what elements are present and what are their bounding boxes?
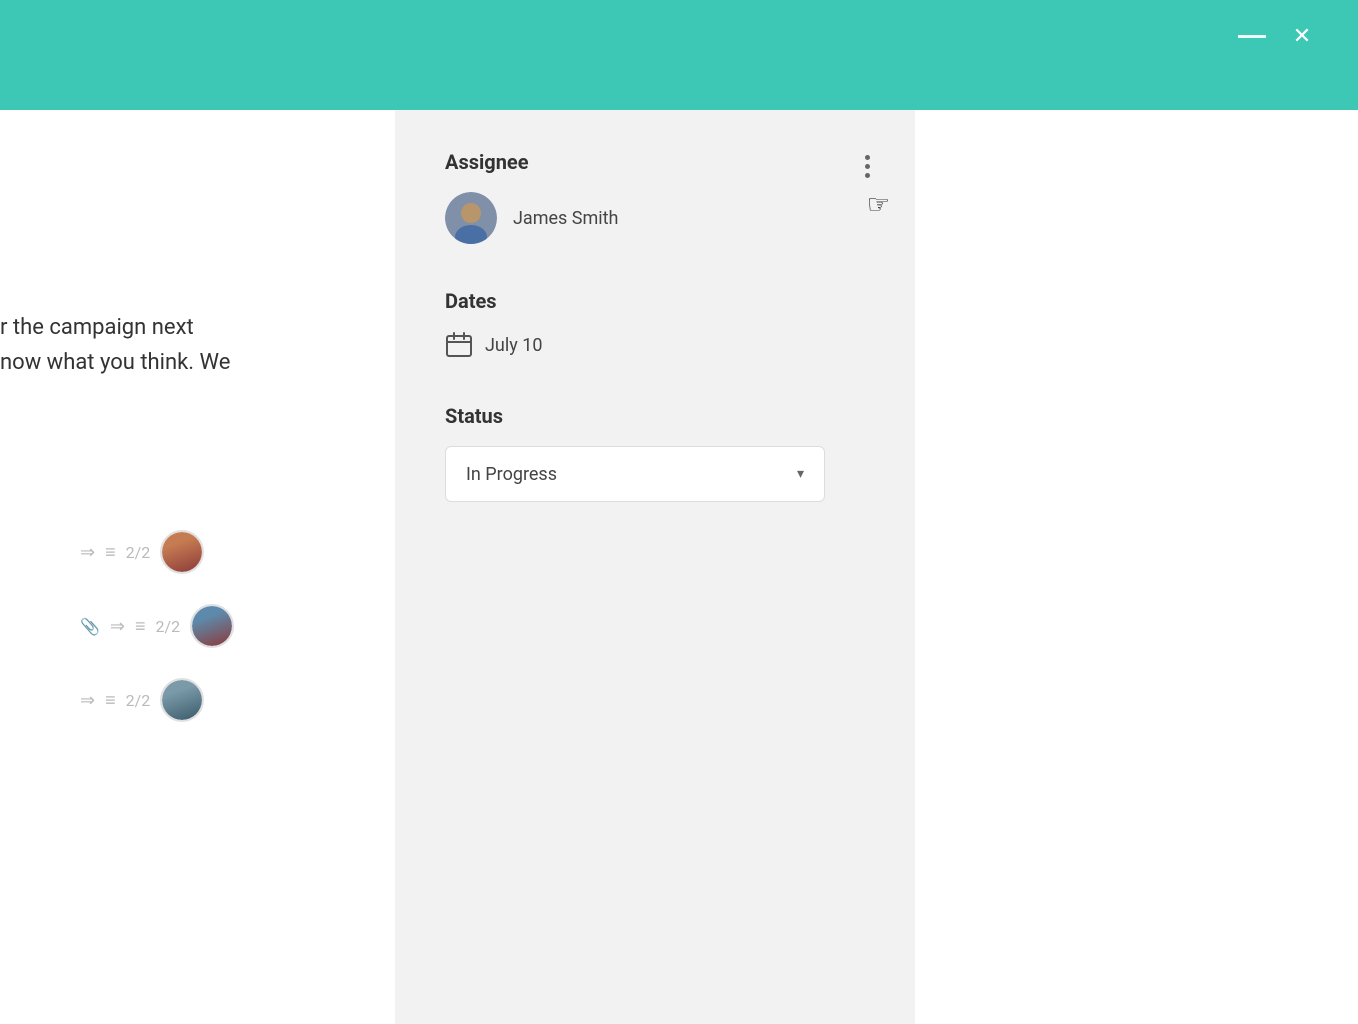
date-value: July 10 <box>485 335 542 356</box>
status-dropdown[interactable]: In Progress ▾ <box>445 446 825 502</box>
list-icon: ≡ <box>105 690 116 711</box>
bg-text-line1: r the campaign next <box>0 310 230 345</box>
status-value: In Progress <box>466 464 557 485</box>
date-row: July 10 <box>445 331 865 359</box>
background-text: r the campaign next now what you think. … <box>0 310 230 380</box>
status-section: Status In Progress ▾ <box>445 404 865 502</box>
more-options-button[interactable] <box>860 150 875 183</box>
avatar <box>160 678 204 722</box>
calendar-icon <box>445 331 473 359</box>
item-count: 2/2 <box>126 543 151 562</box>
assignee-avatar <box>445 192 497 244</box>
forward-icon: ⇒ <box>110 616 125 637</box>
avatar <box>190 604 234 648</box>
detail-panel: ☞ Assignee James Smith Dates <box>395 110 915 1024</box>
close-button[interactable]: ✕ <box>1286 20 1318 52</box>
cursor-pointer: ☞ <box>867 190 890 220</box>
dot <box>865 164 870 169</box>
assignee-section-title: Assignee <box>445 150 865 174</box>
background-list: ⇒ ≡ 2/2 📎 ⇒ ≡ 2/2 ⇒ ≡ 2/2 <box>80 530 234 722</box>
item-count: 2/2 <box>156 617 181 636</box>
list-item: 📎 ⇒ ≡ 2/2 <box>80 604 234 648</box>
assignee-section: Assignee James Smith <box>445 150 865 244</box>
minimize-button[interactable] <box>1238 35 1266 38</box>
list-item: ⇒ ≡ 2/2 <box>80 530 234 574</box>
assignee-name: James Smith <box>513 208 618 229</box>
header-controls: ✕ <box>1238 20 1318 52</box>
teal-header: ✕ <box>0 0 1358 110</box>
dot <box>865 155 870 160</box>
bg-text-line2: now what you think. We <box>0 345 230 380</box>
list-icon: ≡ <box>105 542 116 563</box>
list-item: ⇒ ≡ 2/2 <box>80 678 234 722</box>
forward-icon: ⇒ <box>80 542 95 563</box>
status-section-title: Status <box>445 404 865 428</box>
item-count: 2/2 <box>126 691 151 710</box>
forward-icon: ⇒ <box>80 690 95 711</box>
dates-section-title: Dates <box>445 289 865 313</box>
dates-section: Dates July 10 <box>445 289 865 359</box>
assignee-row: James Smith <box>445 192 865 244</box>
attachment-icon: 📎 <box>80 617 100 636</box>
chevron-down-icon: ▾ <box>797 466 804 482</box>
list-icon: ≡ <box>135 616 146 637</box>
dot <box>865 173 870 178</box>
avatar <box>160 530 204 574</box>
